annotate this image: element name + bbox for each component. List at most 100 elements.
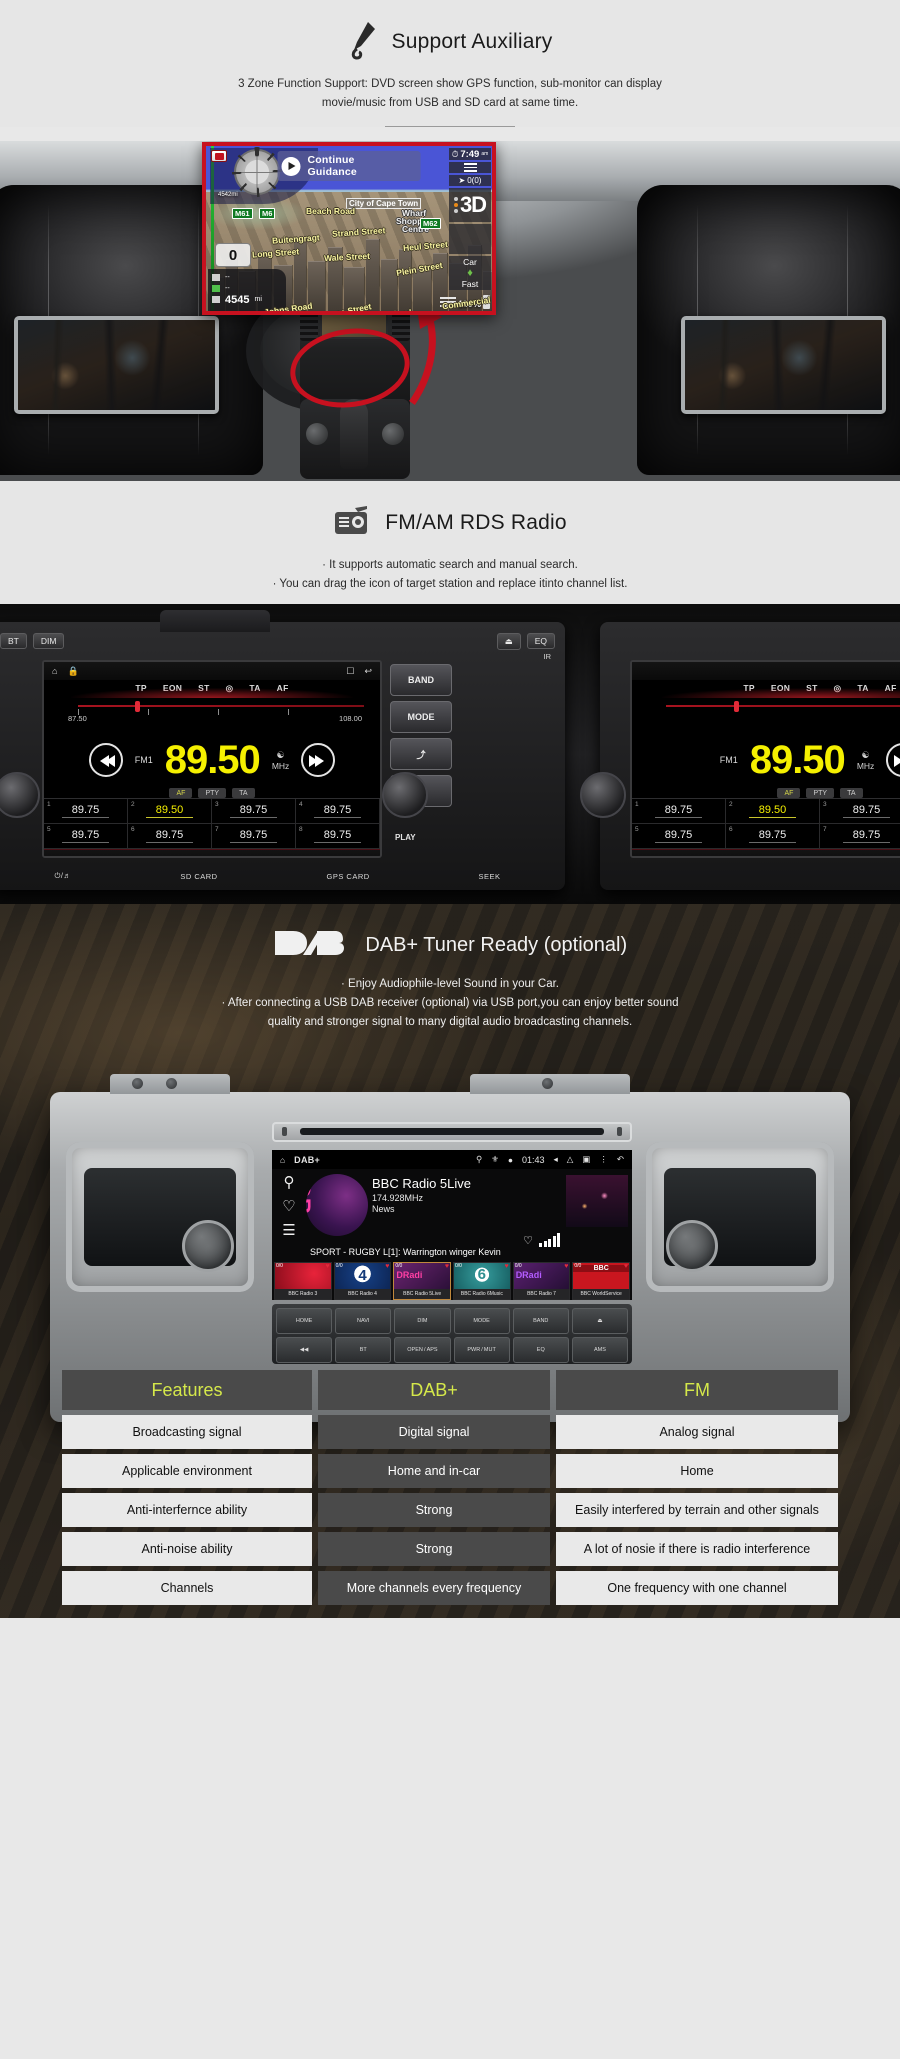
- tuner-handle[interactable]: [135, 701, 141, 712]
- preset-8[interactable]: 8 89.75: [296, 824, 380, 849]
- dab-volume-knob[interactable]: [182, 1220, 234, 1272]
- am-tab[interactable]: AM: [158, 856, 172, 857]
- console-knob-left: [306, 423, 328, 445]
- back-icon[interactable]: ↩: [364, 666, 372, 677]
- navi-hard-key[interactable]: NAVI: [335, 1308, 392, 1334]
- tile-heart-icon[interactable]: ♥: [445, 1263, 449, 1270]
- home-hard-key[interactable]: HOME: [276, 1308, 333, 1334]
- overflow-icon[interactable]: ⋮: [599, 1154, 608, 1165]
- gps-route-mode-button[interactable]: Car ♦ Fast: [449, 256, 491, 290]
- volume-icon[interactable]: ◂): [307, 855, 315, 856]
- eject-hard-key[interactable]: ⏏: [571, 1308, 629, 1334]
- station-tile[interactable]: 0/0 ♥ BBC Radio 6Music: [453, 1262, 511, 1300]
- station-tile[interactable]: 0/0 ♥ BBC Radio 7: [512, 1262, 571, 1300]
- tuner2-slider[interactable]: 108.00: [640, 698, 900, 724]
- play-icon: [281, 156, 301, 176]
- home-icon[interactable]: ⌂: [280, 1155, 285, 1165]
- list-icon[interactable]: ☰: [282, 1223, 295, 1238]
- mode-key[interactable]: MODE: [390, 701, 452, 733]
- tuner-slider[interactable]: 87.50 108.00: [52, 698, 372, 724]
- am-tab-2[interactable]: AM: [760, 856, 774, 857]
- preset-5[interactable]: 5 89.75: [44, 824, 128, 849]
- tile-heart-icon[interactable]: ♥: [564, 1263, 568, 1270]
- equalizer-icon-2[interactable]: ⫿: [654, 855, 657, 856]
- radio-screen-main[interactable]: ⌂ 🔒 ☐ ↩ TP EON ST ◎ TA AF: [42, 660, 382, 858]
- band-hard-key[interactable]: BAND: [512, 1308, 569, 1334]
- preset2-1[interactable]: 1 89.75: [632, 799, 726, 824]
- gps-map[interactable]: 4542mi Continue Guidance ⏱ 7:49 am ➤ 0(0…: [206, 146, 492, 311]
- tune-knob[interactable]: [382, 772, 428, 818]
- eq-hard-key[interactable]: EQ: [512, 1337, 569, 1363]
- bt-hard-key[interactable]: BT: [335, 1337, 392, 1363]
- preset2-5[interactable]: 5 89.75: [632, 824, 726, 849]
- tile-heart-icon[interactable]: ♥: [326, 1263, 330, 1270]
- tile-heart-icon[interactable]: ♥: [385, 1263, 389, 1270]
- tuner2-handle[interactable]: [733, 701, 739, 712]
- window-icon[interactable]: ☐: [346, 666, 354, 677]
- ams-hard-key[interactable]: AMS: [571, 1337, 629, 1363]
- eq-button[interactable]: EQ: [526, 633, 555, 649]
- station-tile-selected[interactable]: 0/0 ♥ BBC Radio 5Live: [393, 1262, 452, 1300]
- volume-knob[interactable]: [0, 772, 40, 818]
- tile-heart-icon[interactable]: ♥: [624, 1263, 628, 1270]
- station-tile[interactable]: 0/0 ♥ BBC Radio 4: [333, 1262, 392, 1300]
- dab-screen[interactable]: ⌂ DAB+ ⚲ ⚜ ● 01:43 ◂ △ ▣ ⋮ ↶ ⚲ ♡ ☰ DRadi…: [272, 1150, 632, 1300]
- dim-button[interactable]: DIM: [32, 633, 65, 649]
- tile-caption: BBC Radio 6Music: [454, 1289, 510, 1299]
- preset2-2[interactable]: 2 89.50: [726, 799, 820, 824]
- preset2-6[interactable]: 6 89.75: [726, 824, 820, 849]
- eject-icon[interactable]: △: [567, 1154, 574, 1165]
- screenshot-icon[interactable]: ▣: [582, 1154, 590, 1165]
- home-icon[interactable]: ⌂: [52, 666, 57, 676]
- gps-navigation-screen[interactable]: 4542mi Continue Guidance ⏱ 7:49 am ➤ 0(0…: [202, 142, 496, 315]
- mode-hard-key[interactable]: MODE: [453, 1308, 510, 1334]
- preset-6[interactable]: 6 89.75: [128, 824, 212, 849]
- favourite-icon[interactable]: ♡: [523, 1234, 533, 1247]
- seek-up-button-2[interactable]: [886, 743, 900, 777]
- prev-hard-key[interactable]: ◀◀: [276, 1337, 333, 1363]
- volume-knob-2[interactable]: [580, 772, 626, 818]
- call-answer-key[interactable]: ⤴: [390, 738, 452, 770]
- preset-2[interactable]: 2 89.50: [128, 799, 212, 824]
- tile-heart-icon[interactable]: ♥: [505, 1263, 509, 1270]
- seek-up-button[interactable]: [301, 743, 336, 777]
- st-tab-2[interactable]: ST: [818, 856, 830, 857]
- eject-button[interactable]: ⏏: [496, 632, 521, 650]
- continue-guidance-button[interactable]: Continue Guidance: [277, 151, 421, 181]
- search-icon[interactable]: ⚲: [261, 855, 268, 856]
- preset2-3[interactable]: 3 89.75: [820, 799, 900, 824]
- equalizer-icon[interactable]: ⫿: [64, 855, 67, 856]
- power-mute-key[interactable]: PWR / MUT: [453, 1337, 510, 1363]
- preset-1[interactable]: 1 89.75: [44, 799, 128, 824]
- fm-tab[interactable]: FM: [106, 856, 119, 857]
- search-icon-2[interactable]: ⚲: [875, 855, 882, 856]
- preset-4[interactable]: 4 89.75: [296, 799, 380, 824]
- gps-clock-ampm: am: [481, 151, 489, 157]
- station-tile[interactable]: 0/0 ♥ BBC WorldService: [572, 1262, 631, 1300]
- power-icon[interactable]: ⏻: [353, 855, 360, 856]
- fm-tab-2[interactable]: FM: [702, 856, 715, 857]
- dab-tune-knob[interactable]: [666, 1220, 718, 1272]
- search-icon[interactable]: ⚲: [284, 1175, 295, 1190]
- st-tab[interactable]: ST: [210, 856, 222, 857]
- dim-hard-key[interactable]: DIM: [394, 1308, 451, 1334]
- radio-screen-secondary[interactable]: ☐ ↩ TP EON ST ◎ TA AF 108.00: [630, 660, 900, 858]
- open-aps-key[interactable]: OPEN / APS: [394, 1337, 451, 1363]
- gps-menu-button[interactable]: [449, 162, 491, 173]
- volume-icon[interactable]: ◂: [554, 1154, 558, 1165]
- station-tile[interactable]: 0/0 ♥ BBC Radio 3: [274, 1262, 332, 1300]
- preset-3[interactable]: 3 89.75: [212, 799, 296, 824]
- preset2-7[interactable]: 7 89.75: [820, 824, 900, 849]
- column-header-fm: FM: [556, 1370, 838, 1410]
- car-interior-photo: 4542mi Continue Guidance ⏱ 7:49 am ➤ 0(0…: [0, 141, 900, 481]
- preset-7[interactable]: 7 89.75: [212, 824, 296, 849]
- bt-button[interactable]: BT: [0, 633, 27, 649]
- gps-view-mode-button[interactable]: 3D: [449, 188, 491, 222]
- play-label: PLAY: [395, 833, 416, 842]
- disc-slot: [272, 1122, 632, 1142]
- gps-map-thumbnail[interactable]: [449, 224, 491, 254]
- heart-icon[interactable]: ♡: [282, 1199, 295, 1214]
- seek-down-button[interactable]: [88, 743, 123, 777]
- band-key[interactable]: BAND: [390, 664, 452, 696]
- back-icon[interactable]: ↶: [617, 1154, 624, 1165]
